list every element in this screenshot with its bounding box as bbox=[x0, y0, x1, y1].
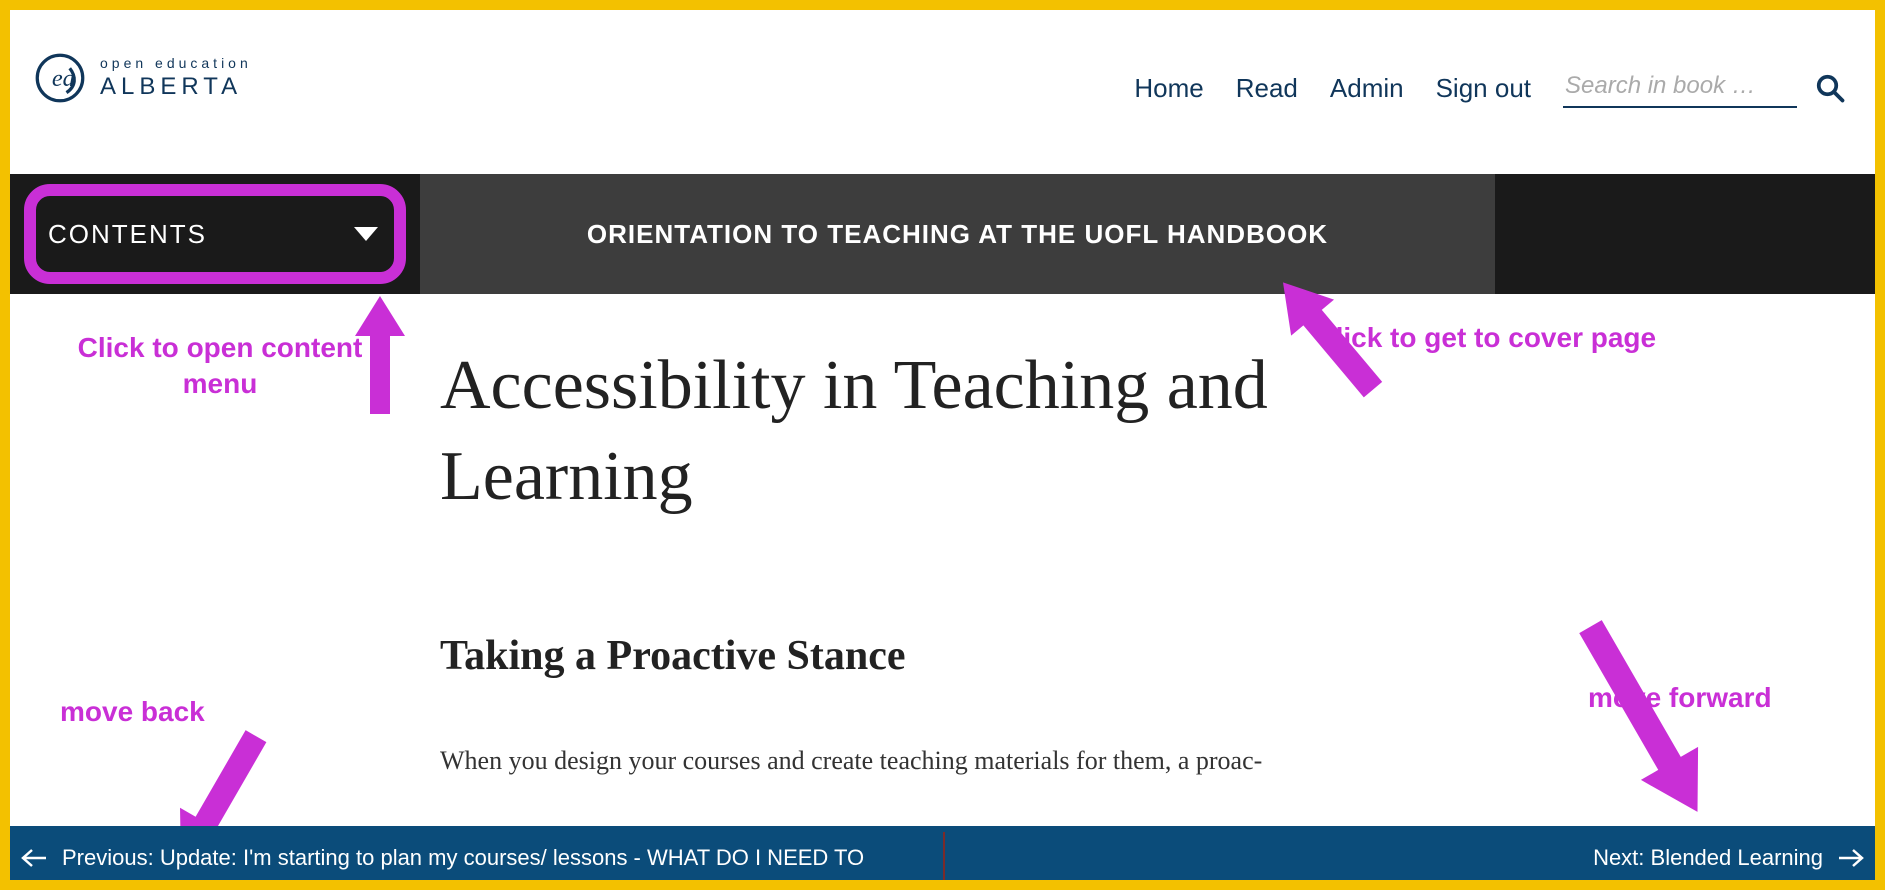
nav-sign-out[interactable]: Sign out bbox=[1436, 73, 1531, 104]
chevron-down-icon bbox=[354, 227, 378, 241]
next-button[interactable]: Next: Blended Learning bbox=[1593, 845, 1865, 871]
nav-home[interactable]: Home bbox=[1134, 73, 1203, 104]
arrow-left-icon bbox=[20, 848, 48, 868]
top-nav: Home Read Admin Sign out bbox=[1134, 68, 1845, 108]
site-logo[interactable]: ea open education ALBERTA bbox=[34, 52, 252, 104]
contents-label: CONTENTS bbox=[48, 219, 207, 250]
arrow-down-right-icon bbox=[1540, 606, 1750, 836]
svg-text:ea: ea bbox=[52, 65, 75, 92]
prev-button[interactable]: Previous: Update: I'm starting to plan m… bbox=[20, 845, 864, 871]
chapter-bar: CONTENTS ORIENTATION TO TEACHING AT THE … bbox=[10, 174, 1875, 294]
logo-text-big: ALBERTA bbox=[100, 73, 252, 101]
handbook-title-link[interactable]: ORIENTATION TO TEACHING AT THE UOFL HAND… bbox=[420, 174, 1495, 294]
nav-read[interactable]: Read bbox=[1236, 73, 1298, 104]
logo-text-small: open education bbox=[100, 55, 252, 71]
annotation-cover: click to get to cover page bbox=[1320, 320, 1656, 356]
arrow-right-icon bbox=[1837, 848, 1865, 868]
annotation-forward: move forward bbox=[1588, 680, 1772, 716]
contents-button[interactable]: CONTENTS bbox=[10, 174, 420, 294]
annotation-contents: Click to open content menu bbox=[70, 330, 370, 403]
logo-icon: ea bbox=[34, 52, 86, 104]
nav-admin[interactable]: Admin bbox=[1330, 73, 1404, 104]
next-label: Next: Blended Learning bbox=[1593, 845, 1823, 871]
prev-label: Previous: Update: I'm starting to plan m… bbox=[62, 845, 864, 871]
bottom-nav: Previous: Update: I'm starting to plan m… bbox=[0, 826, 1885, 890]
chapter-bar-spacer bbox=[1495, 174, 1875, 294]
section-heading: Taking a Proactive Stance bbox=[440, 632, 1300, 680]
handbook-title: ORIENTATION TO TEACHING AT THE UOFL HAND… bbox=[587, 219, 1328, 250]
annotation-back: move back bbox=[60, 694, 205, 730]
body-paragraph: When you design your courses and create … bbox=[440, 740, 1300, 782]
bottom-divider bbox=[943, 832, 945, 884]
search-input[interactable] bbox=[1563, 68, 1797, 108]
search-wrap bbox=[1563, 68, 1845, 108]
page-title: Accessibility in Teaching and Learning bbox=[440, 340, 1300, 522]
site-header: ea open education ALBERTA Home Read Admi… bbox=[10, 10, 1875, 170]
main-content: Accessibility in Teaching and Learning T… bbox=[440, 340, 1300, 782]
search-icon[interactable] bbox=[1815, 73, 1845, 103]
